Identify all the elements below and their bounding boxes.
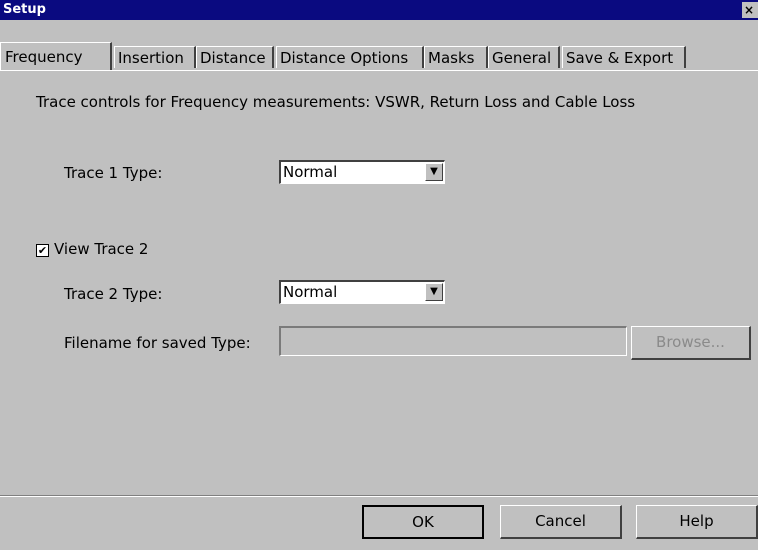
trace2-type-value: Normal [283,283,338,301]
title-bar: Setup × [0,0,758,20]
tab-save-export[interactable]: Save & Export [562,46,686,68]
section-description: Trace controls for Frequency measurement… [36,93,636,111]
tab-masks[interactable]: Masks [424,46,488,68]
trace2-type-label: Trace 2 Type: [64,285,163,303]
trace2-type-select[interactable]: Normal ▼ [279,280,445,304]
tab-panel-border [0,70,758,71]
browse-button: Browse... [631,326,751,360]
view-trace2-label[interactable]: View Trace 2 [54,240,148,258]
footer-strip [0,545,758,550]
view-trace2-checkbox[interactable]: ✔ [36,244,49,257]
tab-distance[interactable]: Distance [196,46,274,68]
ok-button[interactable]: OK [362,505,484,539]
filename-field [279,326,627,356]
help-button[interactable]: Help [636,505,758,539]
chevron-down-icon[interactable]: ▼ [425,283,443,301]
tab-insertion[interactable]: Insertion [114,46,196,68]
filename-label: Filename for saved Type: [64,334,251,352]
tab-distance-options[interactable]: Distance Options [276,46,424,68]
footer-separator [0,495,758,497]
tab-frequency[interactable]: Frequency [0,42,112,70]
window-title: Setup [3,2,46,17]
trace1-type-label: Trace 1 Type: [64,164,163,182]
tab-general[interactable]: General [488,46,560,68]
chevron-down-icon[interactable]: ▼ [425,163,443,181]
trace1-type-select[interactable]: Normal ▼ [279,160,445,184]
trace1-type-value: Normal [283,163,338,181]
close-icon[interactable]: × [742,2,758,18]
cancel-button[interactable]: Cancel [500,505,622,539]
